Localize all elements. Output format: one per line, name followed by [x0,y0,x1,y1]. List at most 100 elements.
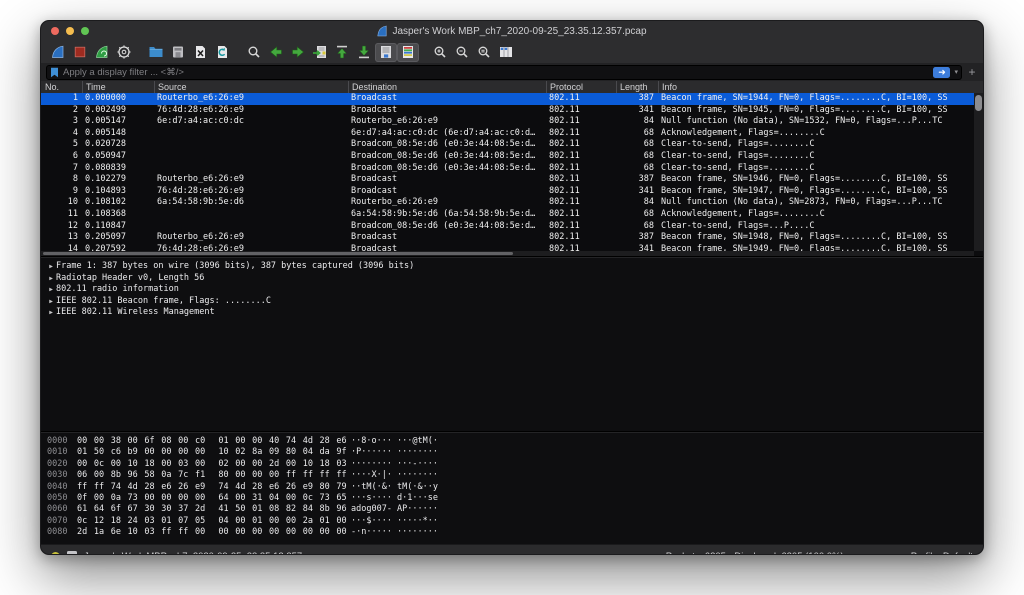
cell-info: Clear-to-send, Flags=........C [661,150,815,161]
column-header-source[interactable]: Source [154,81,348,93]
hex-row[interactable]: 0000 00 00 38 00 6f 08 00 c0 01 00 00 40 … [41,436,983,447]
column-header-time[interactable]: Time [82,81,154,93]
colorize-packets-button[interactable] [397,42,419,62]
reload-file-button[interactable] [211,43,233,62]
hex-row[interactable]: 0070 0c 12 18 24 03 01 07 05 04 00 01 00 … [41,516,983,527]
packet-row[interactable]: 4 0.005148 6e:d7:a4:ac:c0:dc (6e:d7:a4:ac:… [41,128,974,140]
packet-row[interactable]: 3 0.005147 6e:d7:a4:ac:c0:dc Routerbo_e6:26… [41,116,974,128]
find-packet-button[interactable] [243,43,265,62]
hex-bytes[interactable]: 00 0c 00 10 18 00 03 00 02 00 00 2d 00 1… [77,459,347,470]
zoom-in-button[interactable] [429,43,451,62]
go-back-button[interactable] [265,43,287,62]
start-capture-button[interactable] [47,43,69,62]
go-to-packet-button[interactable] [309,43,331,62]
status-profile[interactable]: Profile: Default [911,551,973,555]
hex-ascii[interactable]: -·n····· ········ [351,527,438,538]
restart-capture-button[interactable] [91,43,113,62]
packet-row[interactable]: 8 0.102279 Routerbo_e6:26:e9 Broadcast 802.1… [41,174,974,186]
stop-capture-button[interactable] [69,43,91,62]
hex-ascii[interactable]: ····X·|· ········ [351,470,438,481]
expander-icon[interactable]: ▶ [46,296,56,308]
hex-bytes[interactable]: 2d 1a 6e 10 03 ff ff 00 00 00 00 00 00 0… [77,527,347,538]
zoom-reset-button[interactable] [473,43,495,62]
cell-info: Null function (No data), SN=1532, FN=0, … [661,116,943,127]
column-header-length[interactable]: Length [616,81,658,93]
expert-info-icon[interactable] [51,551,60,554]
hex-row[interactable]: 0080 2d 1a 6e 10 03 ff ff 00 00 00 00 00 … [41,527,983,538]
go-forward-button[interactable] [287,43,309,62]
packet-row[interactable]: 13 0.205097 Routerbo_e6:26:e9 Broadcast 802.… [41,232,974,244]
vertical-scrollbar-thumb[interactable] [975,95,982,111]
capture-options-button[interactable] [113,43,135,62]
go-first-button[interactable] [331,43,353,62]
open-file-icon [148,44,164,60]
apply-filter-button[interactable]: ➜ [933,66,951,78]
status-bar: Jasper's Work MBP_ch7_2020-09-25_23.35.1… [41,544,983,555]
hex-ascii[interactable]: ···s···· d·1···se [351,493,438,504]
packet-row[interactable]: 9 0.104893 76:4d:28:e6:26:e9 Broadcast 802.1… [41,186,974,198]
display-filter-input[interactable] [63,66,930,78]
hex-ascii[interactable]: ··tM(·&· tM(·&··y [351,482,438,493]
packet-row[interactable]: 10 0.108102 6a:54:58:9b:5e:d6 Routerbo_e6:2… [41,197,974,209]
hex-bytes[interactable]: 61 64 6f 67 30 30 37 2d 41 50 01 08 82 8… [77,504,347,515]
hex-ascii[interactable]: ·P······ ········ [351,447,438,458]
hex-row[interactable]: 0060 61 64 6f 67 30 30 37 2d 41 50 01 08 … [41,504,983,515]
expander-icon[interactable]: ▶ [46,261,56,273]
auto-scroll-button[interactable] [375,42,397,62]
vertical-scrollbar[interactable] [974,93,983,251]
hex-bytes[interactable]: 06 00 8b 96 58 0a 7c f1 80 00 00 00 ff f… [77,470,347,481]
hex-offset: 0030 [47,470,68,481]
hex-bytes[interactable]: 00 00 38 00 6f 08 00 c0 01 00 00 40 74 4… [77,436,347,447]
packet-row[interactable]: 5 0.020728 Broadcom_08:5e:d6 (e0:3e:44:08:… [41,139,974,151]
detail-text: IEEE 802.11 Beacon frame, Flags: .......… [56,295,271,306]
hex-ascii[interactable]: ···$···· ·····*·· [351,516,438,527]
packet-row[interactable]: 7 0.080839 Broadcom_08:5e:d6 (e0:3e:44:08:… [41,163,974,175]
packet-row[interactable]: 12 0.110847 Broadcom_08:5e:d6 (e0:3e:44:08… [41,221,974,233]
detail-row[interactable]: ▶ 802.11 radio information [41,284,983,296]
cell-no: 3 [72,116,78,127]
horizontal-scrollbar-thumb[interactable] [43,252,513,255]
horizontal-scrollbar[interactable] [41,251,974,256]
hex-row[interactable]: 0020 00 0c 00 10 18 00 03 00 02 00 00 2d … [41,459,983,470]
hex-ascii[interactable]: adog007- AP······ [351,504,438,515]
cell-no: 11 [67,208,78,219]
cell-destination: Routerbo_e6:26:e9 [351,197,438,208]
resize-columns-button[interactable] [495,43,517,62]
hex-bytes[interactable]: ff ff 74 4d 28 e6 26 e9 74 4d 28 e6 26 e… [77,482,347,493]
open-file-button[interactable] [145,43,167,62]
expander-icon[interactable]: ▶ [46,284,56,296]
column-header-no[interactable]: No. [41,81,82,93]
filter-dropdown-caret-icon[interactable]: ▾ [954,68,958,76]
save-file-button[interactable] [167,43,189,62]
capture-comment-icon[interactable] [67,551,77,554]
hex-row[interactable]: 0030 06 00 8b 96 58 0a 7c f1 80 00 00 00 … [41,470,983,481]
add-filter-button[interactable]: + [966,65,978,79]
packet-row[interactable]: 6 0.050947 Broadcom_08:5e:d6 (e0:3e:44:08:… [41,151,974,163]
column-header-protocol[interactable]: Protocol [546,81,616,93]
hex-ascii[interactable]: ········ ···-···· [351,459,438,470]
hex-ascii[interactable]: ··8·o··· ···@tM(· [351,436,438,447]
hex-row[interactable]: 0010 01 50 c6 b9 00 00 00 00 10 02 8a 09 … [41,447,983,458]
display-filter-field[interactable]: ➜ ▾ [46,64,962,80]
go-last-button[interactable] [353,43,375,62]
hex-bytes[interactable]: 01 50 c6 b9 00 00 00 00 10 02 8a 09 80 0… [77,447,347,458]
detail-row[interactable]: ▶ Radiotap Header v0, Length 56 [41,273,983,285]
hex-row[interactable]: 0050 0f 00 0a 73 00 00 00 00 64 00 31 04 … [41,493,983,504]
hex-bytes[interactable]: 0f 00 0a 73 00 00 00 00 64 00 31 04 00 0… [77,493,347,504]
close-file-button[interactable] [189,43,211,62]
expander-icon[interactable]: ▶ [46,273,56,285]
column-header-info[interactable]: Info [658,81,983,93]
hex-bytes[interactable]: 0c 12 18 24 03 01 07 05 04 00 01 00 00 2… [77,516,347,527]
detail-row[interactable]: ▶ IEEE 802.11 Wireless Management [41,307,983,319]
column-header-destination[interactable]: Destination [348,81,546,93]
zoom-out-button[interactable] [451,43,473,62]
cell-destination: Broadcom_08:5e:d6 (e0:3e:44:08:5e:d… [351,139,536,150]
packet-row[interactable]: 2 0.002499 76:4d:28:e6:26:e9 Broadcast 802.1… [41,105,974,117]
packet-row[interactable]: 11 0.108368 6a:54:58:9b:5e:d6 (6a:54:58:9b… [41,209,974,221]
hex-row[interactable]: 0040 ff ff 74 4d 28 e6 26 e9 74 4d 28 e6 … [41,482,983,493]
packet-row[interactable]: 1 0.000000 Routerbo_e6:26:e9 Broadcast 802.1… [41,93,974,105]
detail-row[interactable]: ▶ Frame 1: 387 bytes on wire (3096 bits),… [41,261,983,273]
filter-bookmark-icon[interactable] [50,67,59,78]
detail-row[interactable]: ▶ IEEE 802.11 Beacon frame, Flags: ......… [41,296,983,308]
expander-icon[interactable]: ▶ [46,307,56,319]
